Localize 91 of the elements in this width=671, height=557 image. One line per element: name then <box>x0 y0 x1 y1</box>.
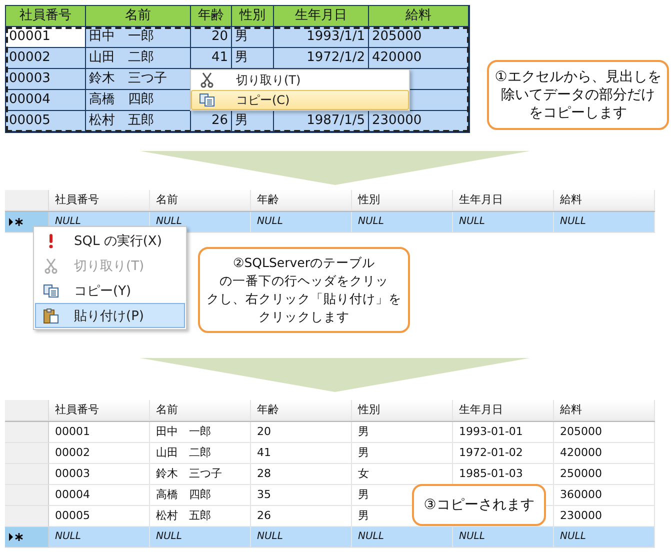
table-cell: 女 <box>358 467 369 480</box>
table-cell: 00001 <box>6 27 86 48</box>
column-header: 給料 <box>369 6 469 27</box>
menu-item[interactable]: コピー(C) <box>191 90 409 110</box>
table-cell: 230000 <box>369 111 469 132</box>
table-cell: 28 <box>257 467 271 480</box>
table-cell: 26 <box>257 509 271 522</box>
table-cell: 205000 <box>369 27 469 48</box>
table-cell: 松村 五郎 <box>156 509 211 522</box>
table-cell: 鈴木 三つ子 <box>156 467 222 480</box>
table-cell: 鈴木 三つ子 <box>86 69 191 90</box>
column-header[interactable]: 給料 <box>554 400 655 421</box>
table-cell: 男 <box>358 488 369 501</box>
table-cell: NULL <box>55 216 81 227</box>
menu-item[interactable]: 貼り付け(P) <box>35 303 185 328</box>
table-cell: 00002 <box>6 48 86 69</box>
table-cell: 男 <box>232 111 274 132</box>
table-cell: 男 <box>358 509 369 522</box>
column-header: 性別 <box>232 6 274 27</box>
column-header[interactable]: 性別 <box>352 190 453 211</box>
table-cell: 41 <box>191 48 232 69</box>
table-cell: 250000 <box>560 467 602 480</box>
table-cell: 00003 <box>55 467 90 480</box>
table-cell: 420000 <box>369 48 469 69</box>
menu-item[interactable]: 切り取り(T) <box>191 70 409 90</box>
table-cell: NULL <box>358 216 384 227</box>
table-cell: 00004 <box>55 488 90 501</box>
table-cell: 田中 一郎 <box>86 27 191 48</box>
table-cell: 00003 <box>6 69 86 90</box>
column-header[interactable]: 生年月日 <box>453 190 554 211</box>
table-cell: 20 <box>191 27 232 48</box>
table-cell: 1985-01-03 <box>459 467 523 480</box>
column-header[interactable]: 社員番号 <box>49 190 150 211</box>
table-cell: 男 <box>358 446 369 459</box>
column-header: 社員番号 <box>6 6 86 27</box>
table-cell: 山田 二郎 <box>86 48 191 69</box>
table-cell: 00005 <box>6 111 86 132</box>
column-header[interactable]: 名前 <box>150 400 251 421</box>
table-cell: 35 <box>257 488 271 501</box>
column-header[interactable]: 性別 <box>352 400 453 421</box>
table-cell: NULL <box>560 531 586 542</box>
table-row[interactable]: NULL NULL NULL NULL NULL NULL <box>5 212 655 233</box>
table-cell: 1972-01-02 <box>459 446 523 459</box>
table-cell: 00002 <box>55 446 90 459</box>
column-header[interactable]: 生年月日 <box>453 400 554 421</box>
table-cell: 360000 <box>560 488 602 501</box>
table-cell: 松村 五郎 <box>86 111 191 132</box>
table-cell: 00001 <box>55 425 90 438</box>
column-header: 年齢 <box>191 6 232 27</box>
table-cell: 田中 一郎 <box>156 425 211 438</box>
table-cell: 高橋 四郎 <box>86 90 191 111</box>
table-cell: 1993-01-01 <box>459 425 523 438</box>
table-cell: 00005 <box>55 509 90 522</box>
table-cell: NULL <box>459 531 485 542</box>
table-cell: 男 <box>358 425 369 438</box>
table-cell: 男 <box>232 27 274 48</box>
table-cell: NULL <box>156 216 182 227</box>
table-cell: 男 <box>232 48 274 69</box>
table-cell: 山田 二郎 <box>156 446 211 459</box>
table-cell: 1993/1/1 <box>274 27 369 48</box>
column-header[interactable]: 給料 <box>554 190 655 211</box>
callout-box: ②SQLServerのテーブル の一番下の行ヘッダをクリッ クし、右クリック「貼り付け」を クリックします <box>198 247 410 333</box>
table-cell: 1987/1/5 <box>274 111 369 132</box>
table-cell: 1972/1/2 <box>274 48 369 69</box>
callout-box: ③コピーされます <box>412 484 546 526</box>
column-header[interactable]: 名前 <box>150 190 251 211</box>
menu-item[interactable]: コピー(Y) <box>35 278 185 303</box>
table-cell: 205000 <box>560 425 602 438</box>
table-row[interactable]: 00002 山田 二郎 41 男 1972-01-02 420000 <box>5 443 655 464</box>
column-header: 生年月日 <box>274 6 369 27</box>
table-cell: NULL <box>459 216 485 227</box>
table-row[interactable]: 00001 田中 一郎 20 男 1993-01-01 205000 <box>5 422 655 443</box>
column-header[interactable]: 年齢 <box>251 400 352 421</box>
table-cell: NULL <box>156 531 182 542</box>
table-cell: 26 <box>191 111 232 132</box>
table-cell: 高橋 四郎 <box>156 488 211 501</box>
column-header[interactable]: 社員番号 <box>49 400 150 421</box>
table-cell: NULL <box>257 531 283 542</box>
column-header[interactable]: 年齢 <box>251 190 352 211</box>
table-cell: 420000 <box>560 446 602 459</box>
table-cell: 20 <box>257 425 271 438</box>
column-header: 名前 <box>86 6 191 27</box>
table-cell: NULL <box>560 216 586 227</box>
callout-box: ①エクセルから、見出しを 除いてデータの部分だけ をコピーします <box>487 60 669 130</box>
table-cell: 230000 <box>560 509 602 522</box>
table-cell: NULL <box>358 531 384 542</box>
table-cell: 00004 <box>6 90 86 111</box>
table-row[interactable]: NULL NULL NULL NULL NULL NULL <box>5 527 655 548</box>
table-cell: NULL <box>55 531 81 542</box>
table-cell: 41 <box>257 446 271 459</box>
table-cell: NULL <box>257 216 283 227</box>
